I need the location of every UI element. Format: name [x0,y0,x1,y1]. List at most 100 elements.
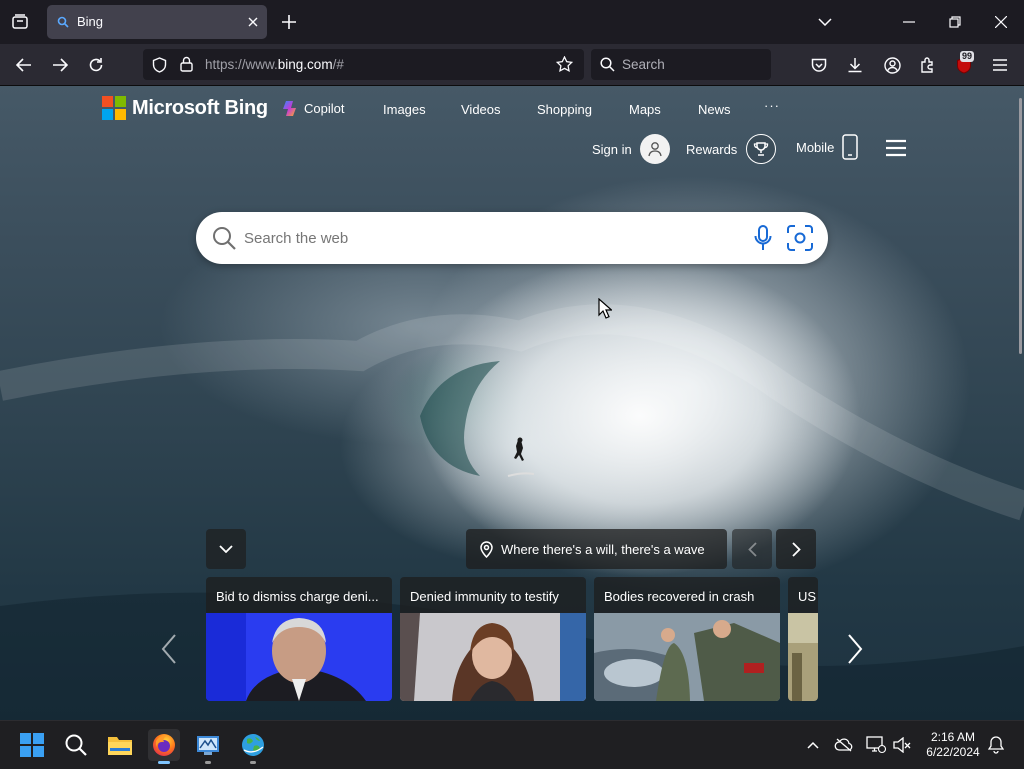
mobile-label: Mobile [796,139,835,155]
close-tab-icon[interactable] [245,14,261,30]
restore-icon [949,16,961,28]
network-tray-button[interactable] [866,735,886,755]
microsoft-bing-logo[interactable]: Microsoft Bing [102,96,268,120]
firefox-view-button[interactable] [8,10,32,34]
mouse-pointer-icon [598,298,612,319]
extensions-button[interactable] [915,52,941,78]
chevron-down-icon [219,545,233,553]
account-icon [883,56,901,74]
snipping-tool-taskbar-button[interactable] [192,729,224,764]
onedrive-tray-button[interactable] [834,735,854,755]
nav-news[interactable]: News [698,102,731,117]
sign-in-button[interactable]: Sign in [592,134,670,164]
firefox-view-icon [12,14,28,29]
reload-button[interactable] [83,52,109,78]
search-placeholder: Search [622,57,665,72]
account-button[interactable] [879,52,905,78]
reload-icon [89,58,103,72]
previous-image-button[interactable] [732,529,772,569]
pocket-button[interactable] [806,52,832,78]
tab-bing[interactable]: Bing [47,5,267,39]
news-card[interactable]: Denied immunity to testify [400,577,586,701]
puzzle-icon [921,57,933,73]
pocket-icon [811,58,827,72]
arrow-right-icon [53,58,68,72]
nav-maps[interactable]: Maps [629,102,661,117]
search-icon [600,57,615,72]
restore-button[interactable] [943,10,967,34]
nav-copilot[interactable]: Copilot [281,100,344,117]
globe-app-taskbar-button[interactable] [237,729,269,764]
news-next-button[interactable] [843,634,867,664]
taskbar-clock[interactable]: 2:16 AM 6/22/2024 [916,730,990,760]
hamburger-menu-icon [886,139,906,157]
nav-images[interactable]: Images [383,102,426,117]
forward-button[interactable] [47,52,73,78]
address-bar[interactable]: https://www.bing.com/# [143,49,584,80]
close-window-button[interactable] [989,10,1013,34]
news-card-title: Denied immunity to testify [410,589,559,604]
chevron-left-icon [161,634,176,664]
app-menu-button[interactable] [987,52,1013,78]
firefox-icon [153,734,175,756]
file-explorer-button[interactable] [104,729,136,761]
news-card[interactable]: Bid to dismiss charge deni... [206,577,392,701]
nav-videos[interactable]: Videos [461,102,501,117]
page-scrollbar[interactable] [1019,98,1022,354]
bing-settings-menu-button[interactable] [885,139,907,157]
bookmark-star-icon[interactable] [556,56,573,72]
volume-tray-button[interactable] [892,735,912,755]
news-previous-button[interactable] [157,634,181,664]
image-of-the-day-caption[interactable]: Where there's a will, there's a wave [466,529,727,569]
microsoft-logo-icon [102,96,126,120]
tab-title: Bing [77,14,104,29]
microphone-icon[interactable] [754,225,772,251]
arrow-left-icon [16,58,31,72]
back-button[interactable] [11,52,37,78]
expand-feed-button[interactable] [206,529,246,569]
onedrive-offline-icon [834,738,853,752]
bing-search-input[interactable]: Search the web [244,230,348,247]
clock-time: 2:16 AM [930,730,976,744]
downloads-button[interactable] [842,52,868,78]
news-card[interactable]: Bodies recovered in crash [594,577,780,701]
url-text[interactable]: https://www.bing.com/# [205,57,344,72]
folder-icon [108,737,132,755]
avatar-icon [639,134,670,164]
close-icon [995,16,1007,28]
windows-logo-icon [20,733,44,757]
taskbar-search-button[interactable] [60,729,92,761]
nav-copilot-label: Copilot [304,101,345,116]
next-image-button[interactable] [776,529,816,569]
list-all-tabs-button[interactable] [813,10,837,34]
news-card[interactable]: US [788,577,818,701]
bing-search-box[interactable]: Search the web [196,212,828,264]
minimize-button[interactable] [897,10,921,34]
new-tab-button[interactable] [279,12,299,32]
nav-shopping[interactable]: Shopping [537,102,592,117]
firefox-taskbar-button[interactable] [148,729,180,764]
navigation-toolbar: https://www.bing.com/# Search 99 [0,44,1024,86]
location-pin-icon [480,540,493,558]
notifications-button[interactable] [986,735,1006,755]
copilot-icon [283,101,296,116]
rewards-label: Rewards [686,141,738,157]
show-hidden-icons-button[interactable] [803,735,823,755]
visual-search-camera-icon[interactable] [787,225,813,251]
lock-icon[interactable] [180,56,193,72]
rewards-button[interactable]: Rewards [686,134,777,164]
start-button[interactable] [16,729,48,761]
browser-search-input[interactable]: Search [591,49,771,80]
minimize-icon [903,21,915,23]
windows-taskbar: 2:16 AM 6/22/2024 [0,720,1024,769]
news-card-title: Bid to dismiss charge deni... [216,589,379,604]
bing-favicon-icon [57,16,69,28]
bell-icon [988,736,1004,754]
chevron-down-icon [818,18,832,26]
nav-more-button[interactable]: ··· [764,98,780,113]
chevron-up-icon [807,741,819,749]
network-monitor-icon [197,736,219,755]
tracking-protection-shield-icon[interactable] [152,57,167,73]
mobile-button[interactable]: Mobile [796,134,859,160]
smartphone-icon [842,134,859,160]
